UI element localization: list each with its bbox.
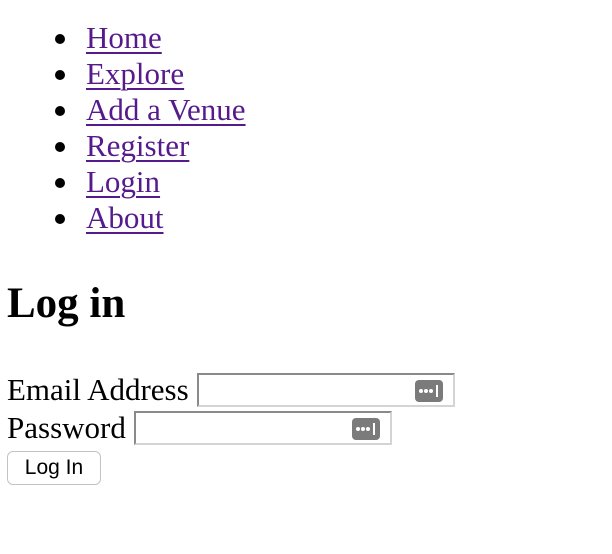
bullet	[55, 70, 65, 80]
email-row: Email Address	[7, 371, 455, 409]
bullet	[55, 214, 65, 224]
bullet	[55, 34, 65, 44]
nav-link-add-venue[interactable]: Add a Venue	[86, 92, 246, 128]
password-field[interactable]	[133, 411, 392, 445]
nav-link-register[interactable]: Register	[86, 128, 189, 164]
password-row: Password	[7, 409, 392, 447]
login-button[interactable]: Log In	[7, 451, 101, 485]
bullet	[55, 106, 65, 116]
nav-link-about[interactable]: About	[86, 200, 164, 236]
nav-link-home[interactable]: Home	[86, 20, 162, 56]
bullet	[55, 178, 65, 188]
page-title: Log in	[7, 280, 126, 327]
password-label: Password	[7, 410, 126, 445]
email-field[interactable]	[196, 373, 455, 407]
password-key-icon[interactable]	[351, 418, 380, 440]
nav-link-login[interactable]: Login	[86, 164, 160, 200]
email-label: Email Address	[7, 372, 189, 407]
password-key-icon[interactable]	[414, 380, 443, 402]
nav-link-explore[interactable]: Explore	[86, 56, 184, 92]
bullet	[55, 142, 65, 152]
